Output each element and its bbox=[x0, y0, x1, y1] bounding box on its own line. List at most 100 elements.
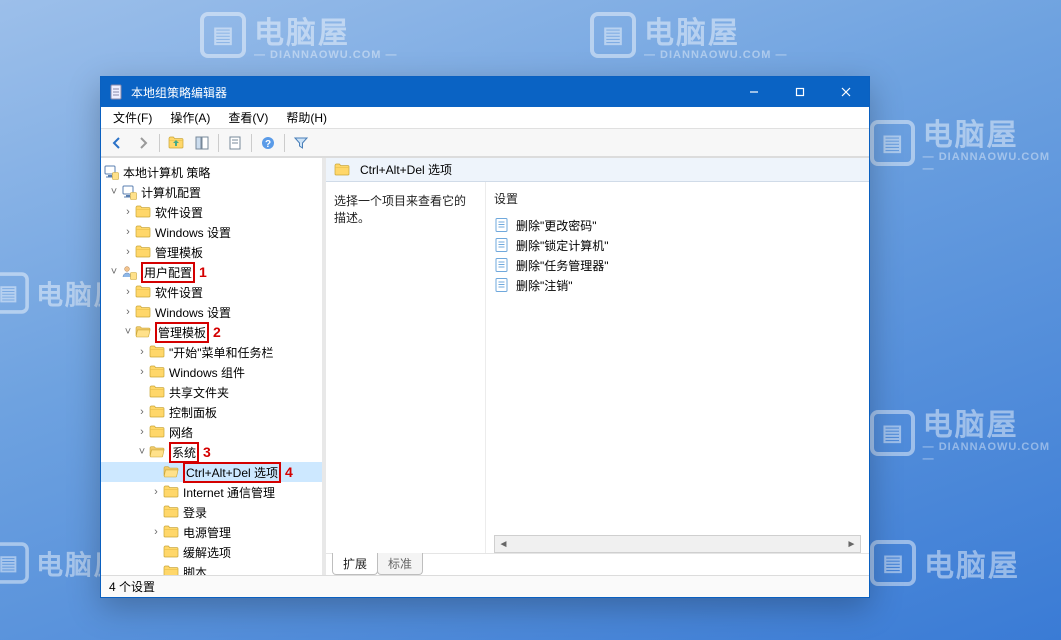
tree-label: 电源管理 bbox=[183, 524, 231, 541]
expand-toggle[interactable]: › bbox=[121, 206, 135, 218]
expand-toggle[interactable]: › bbox=[135, 406, 149, 418]
folder-icon bbox=[135, 224, 151, 240]
menu-file[interactable]: 文件(F) bbox=[105, 107, 160, 128]
setting-label: 删除"注销" bbox=[516, 277, 573, 294]
titlebar[interactable]: 本地组策略编辑器 bbox=[101, 77, 869, 107]
setting-label: 删除"更改密码" bbox=[516, 217, 597, 234]
tree-at-power[interactable]: › 电源管理 bbox=[101, 522, 322, 542]
expand-toggle[interactable]: › bbox=[135, 426, 149, 438]
expand-toggle[interactable]: ˅ bbox=[107, 186, 121, 198]
folder-icon bbox=[149, 424, 165, 440]
close-button[interactable] bbox=[823, 77, 869, 107]
tree-at-internetcomm[interactable]: ›Internet 通信管理 bbox=[101, 482, 322, 502]
folder-icon bbox=[163, 524, 179, 540]
tree-at-controlpanel[interactable]: ›控制面板 bbox=[101, 402, 322, 422]
toolbar-separator bbox=[218, 134, 219, 152]
folder-icon bbox=[149, 344, 165, 360]
tree-label: Windows 设置 bbox=[155, 304, 231, 321]
svg-text:?: ? bbox=[265, 139, 271, 150]
tree-computer-config[interactable]: ˅ 计算机配置 bbox=[101, 182, 322, 202]
folder-icon bbox=[149, 404, 165, 420]
tree-cc-admin-templates[interactable]: › 管理模板 bbox=[101, 242, 322, 262]
up-button[interactable] bbox=[164, 132, 188, 154]
folder-open-icon bbox=[135, 324, 151, 340]
horizontal-scrollbar[interactable]: ◄ ► bbox=[494, 535, 861, 553]
expand-toggle[interactable]: › bbox=[149, 486, 163, 498]
folder-icon bbox=[163, 544, 179, 560]
forward-button[interactable] bbox=[131, 132, 155, 154]
folder-icon bbox=[334, 162, 350, 178]
tree-uc-software[interactable]: ›软件设置 bbox=[101, 282, 322, 302]
tree-label: 管理模板 bbox=[155, 244, 203, 261]
tree-at-network[interactable]: › 网络 bbox=[101, 422, 322, 442]
computer-config-icon bbox=[121, 184, 137, 200]
scroll-right-button[interactable]: ► bbox=[843, 536, 860, 552]
expand-toggle[interactable]: ˅ bbox=[121, 326, 135, 338]
expand-toggle[interactable]: ˅ bbox=[107, 266, 121, 278]
tree-user-config[interactable]: ˅ 用户配置 1 bbox=[101, 262, 322, 282]
tree-at-mitigation[interactable]: 缓解选项 bbox=[101, 542, 322, 562]
tree-at-ctrlaltdel[interactable]: Ctrl+Alt+Del 选项 4 bbox=[101, 462, 322, 482]
expand-toggle[interactable]: › bbox=[121, 226, 135, 238]
show-hide-tree-button[interactable] bbox=[190, 132, 214, 154]
tree-at-logon[interactable]: 登录 bbox=[101, 502, 322, 522]
setting-item[interactable]: 删除"任务管理器" bbox=[494, 255, 861, 275]
policy-item-icon bbox=[494, 237, 510, 253]
tree-label: 用户配置 bbox=[141, 262, 195, 283]
tree-pane[interactable]: 本地计算机 策略 ˅ 计算机配置 › 软件设置 › Windows 设置 bbox=[101, 158, 326, 575]
expand-toggle[interactable]: › bbox=[121, 246, 135, 258]
toolbar-separator bbox=[159, 134, 160, 152]
expand-toggle[interactable]: › bbox=[135, 366, 149, 378]
properties-button[interactable] bbox=[223, 132, 247, 154]
settings-list[interactable]: 删除"更改密码" 删除"锁定计算机" 删除"任务管理器" 删除"注销" bbox=[494, 215, 861, 531]
folder-open-icon bbox=[149, 444, 165, 460]
tree-at-scripts[interactable]: 脚本 bbox=[101, 562, 322, 575]
folder-icon bbox=[163, 564, 179, 575]
menu-view[interactable]: 查看(V) bbox=[220, 107, 276, 128]
policy-item-icon bbox=[494, 277, 510, 293]
expand-toggle[interactable]: › bbox=[149, 526, 163, 538]
minimize-button[interactable] bbox=[731, 77, 777, 107]
status-text: 4 个设置 bbox=[109, 578, 155, 595]
tab-extended[interactable]: 扩展 bbox=[332, 553, 378, 575]
tree-uc-admin-templates[interactable]: ˅ 管理模板 2 bbox=[101, 322, 322, 342]
maximize-button[interactable] bbox=[777, 77, 823, 107]
expand-toggle[interactable]: › bbox=[135, 346, 149, 358]
background-watermark: ▤ 电脑屋— DIANNAOWU.COM — bbox=[870, 110, 1061, 175]
folder-icon bbox=[163, 504, 179, 520]
setting-item[interactable]: 删除"锁定计算机" bbox=[494, 235, 861, 255]
tree-label: 软件设置 bbox=[155, 204, 203, 221]
window-title: 本地组策略编辑器 bbox=[131, 84, 227, 101]
tree-cc-software[interactable]: › 软件设置 bbox=[101, 202, 322, 222]
back-button[interactable] bbox=[105, 132, 129, 154]
tree-label: Ctrl+Alt+Del 选项 bbox=[183, 462, 281, 483]
folder-icon bbox=[135, 304, 151, 320]
tree-at-shared[interactable]: 共享文件夹 bbox=[101, 382, 322, 402]
setting-item[interactable]: 删除"注销" bbox=[494, 275, 861, 295]
expand-toggle[interactable]: › bbox=[121, 306, 135, 318]
filter-button[interactable] bbox=[289, 132, 313, 154]
tree-at-system[interactable]: ˅ 系统 3 bbox=[101, 442, 322, 462]
menu-action[interactable]: 操作(A) bbox=[162, 107, 218, 128]
menu-help[interactable]: 帮助(H) bbox=[278, 107, 335, 128]
help-button[interactable]: ? bbox=[256, 132, 280, 154]
tree-at-startmenu[interactable]: ›"开始"菜单和任务栏 bbox=[101, 342, 322, 362]
expand-toggle[interactable]: › bbox=[121, 286, 135, 298]
tree-at-wincomp[interactable]: › Windows 组件 bbox=[101, 362, 322, 382]
settings-column-header[interactable]: 设置 bbox=[494, 190, 861, 207]
menubar: 文件(F) 操作(A) 查看(V) 帮助(H) bbox=[101, 107, 869, 129]
tree-cc-windows[interactable]: ›Windows 设置 bbox=[101, 222, 322, 242]
tree-label: 脚本 bbox=[183, 564, 207, 576]
tree-root[interactable]: 本地计算机 策略 bbox=[101, 162, 322, 182]
tree-uc-windows[interactable]: › Windows 设置 bbox=[101, 302, 322, 322]
setting-item[interactable]: 删除"更改密码" bbox=[494, 215, 861, 235]
tree-label: 网络 bbox=[169, 424, 193, 441]
scroll-left-button[interactable]: ◄ bbox=[495, 536, 512, 552]
tab-standard[interactable]: 标准 bbox=[377, 553, 423, 575]
expand-toggle[interactable]: ˅ bbox=[135, 446, 149, 458]
tree-label: Windows 组件 bbox=[169, 364, 245, 381]
folder-icon bbox=[135, 204, 151, 220]
watermark-icon: ▤ bbox=[870, 540, 916, 586]
background-watermark: ▤ 电脑屋— DIANNAOWU.COM — bbox=[200, 8, 398, 61]
watermark-icon: ▤ bbox=[590, 12, 636, 58]
